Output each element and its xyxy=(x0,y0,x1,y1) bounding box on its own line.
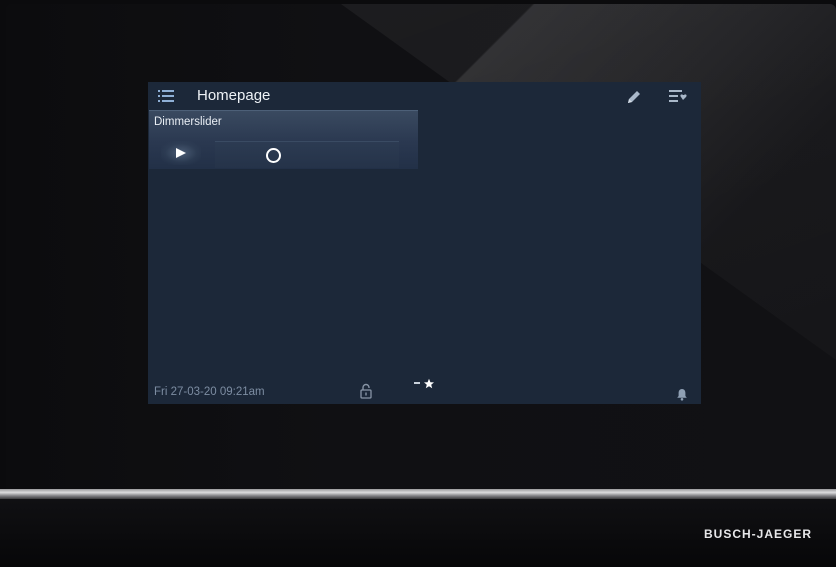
status-bar: Fri 27-03-20 09:21am xyxy=(148,378,701,404)
dimmer-slider-tile: Dimmerslider xyxy=(149,110,418,169)
favorites-star-icon[interactable] xyxy=(423,375,435,389)
top-bar: Homepage xyxy=(148,82,701,110)
favorites-list-icon[interactable] xyxy=(668,88,688,104)
play-button[interactable] xyxy=(161,141,201,165)
play-icon xyxy=(176,148,186,158)
date-time: Fri 27-03-20 09:21am xyxy=(154,386,265,398)
pencil-icon[interactable] xyxy=(625,88,643,106)
touch-screen: Homepage Dimmerslider Fri 27-03-20 09:21… xyxy=(148,82,701,404)
page-title: Homepage xyxy=(197,87,271,104)
slider-knob[interactable] xyxy=(266,148,281,163)
menu-list-icon[interactable] xyxy=(157,88,177,104)
page-indicator xyxy=(414,378,434,390)
brand-logo: BUSCH-JAEGER xyxy=(703,527,812,541)
panel-device: Homepage Dimmerslider Fri 27-03-20 09:21… xyxy=(0,0,836,567)
dimmer-slider[interactable] xyxy=(215,141,399,168)
chrome-trim xyxy=(0,489,836,499)
bell-icon[interactable] xyxy=(676,386,688,401)
page-dash[interactable] xyxy=(414,382,420,384)
tile-title: Dimmerslider xyxy=(154,116,222,128)
padlock-icon[interactable] xyxy=(360,383,372,399)
